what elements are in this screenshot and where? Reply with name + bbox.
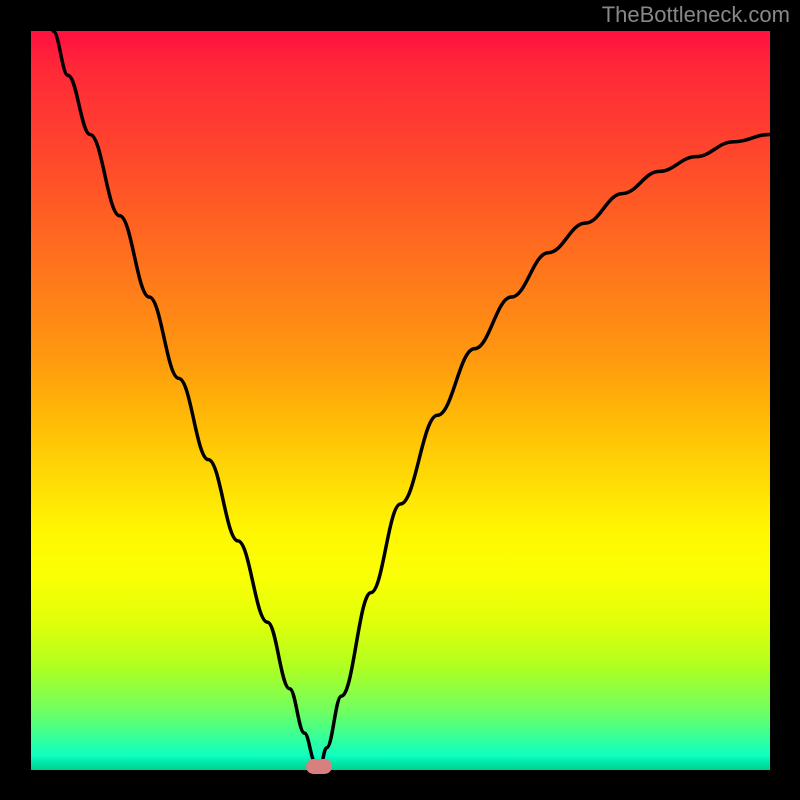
- watermark-text: TheBottleneck.com: [602, 2, 790, 28]
- chart-plot-area: [31, 31, 770, 770]
- bottleneck-curve: [31, 31, 770, 770]
- optimal-point-marker: [306, 759, 332, 774]
